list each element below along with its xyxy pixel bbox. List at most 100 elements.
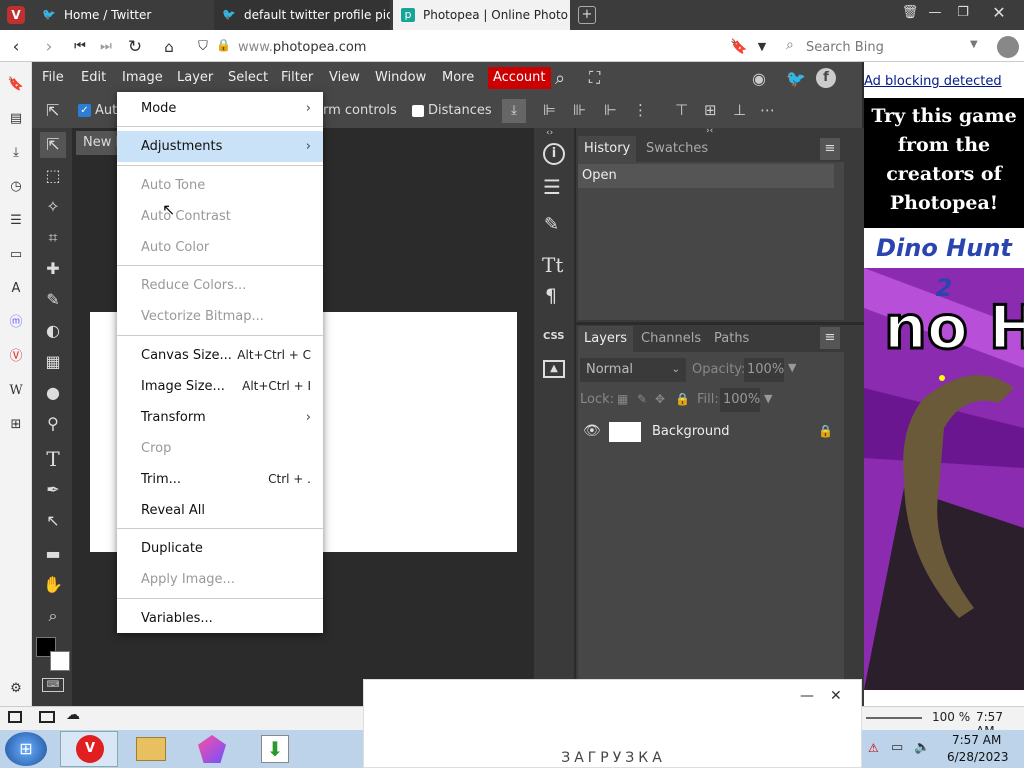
menu-item-canvas-size[interactable]: Canvas Size... Alt+Ctrl + C <box>117 340 323 371</box>
home-icon[interactable]: ⌂ <box>158 36 180 58</box>
align-top-icon[interactable]: ⊤ <box>675 101 688 119</box>
align-right-icon[interactable]: ⊩ <box>604 101 617 119</box>
ad-promo-text[interactable]: Try this game from the creators of Photo… <box>864 98 1024 228</box>
brush-panel-icon[interactable]: ✎ <box>544 214 559 235</box>
menu-edit[interactable]: Edit <box>81 62 106 94</box>
ad-blocking-link[interactable]: Ad blocking detected <box>864 74 1002 89</box>
menu-item-reveal-all[interactable]: Reveal All <box>117 495 323 526</box>
opacity-dropdown-icon[interactable]: ▼ <box>788 361 796 374</box>
panel-toggle-icon[interactable] <box>8 711 22 723</box>
eye-visibility-icon[interactable]: 👁 <box>583 423 601 439</box>
tab-channels[interactable]: Channels <box>641 326 701 352</box>
menu-item-trim[interactable]: Trim... Ctrl + . <box>117 464 323 495</box>
trash-icon[interactable]: 🗑 <box>897 0 923 28</box>
account-button[interactable]: Account <box>488 67 551 89</box>
fast-forward-icon[interactable]: ⏭ <box>95 36 117 58</box>
shape-tool-icon[interactable]: ▬ <box>40 541 66 567</box>
tab-swatches[interactable]: Swatches <box>646 136 708 162</box>
move-tool-icon[interactable]: ⇱ <box>46 101 59 120</box>
menu-item-image-size[interactable]: Image Size... Alt+Ctrl + I <box>117 371 323 402</box>
reload-icon[interactable]: ↻ <box>124 36 146 58</box>
menu-item-apply-image[interactable]: Apply Image... <box>117 564 323 595</box>
align-middle-icon[interactable]: ⊞ <box>704 101 717 119</box>
facebook-icon[interactable]: f <box>816 68 836 88</box>
tray-volume-icon[interactable]: 🔈 <box>914 740 930 755</box>
bookmarks-panel-icon[interactable]: 🔖 <box>4 74 28 96</box>
back-icon[interactable]: ‹ <box>5 36 27 58</box>
lock-pixels-icon[interactable]: ✎ <box>637 392 647 406</box>
align-center-icon[interactable]: ⊪ <box>573 101 586 119</box>
opacity-field[interactable]: 100% <box>744 358 784 382</box>
collapse-arrows-icon[interactable]: ›‹ <box>706 126 713 136</box>
window-panel-icon[interactable]: ▭ <box>4 244 28 266</box>
menu-item-adjustments[interactable]: Adjustments › <box>117 131 323 162</box>
page-zoom-level[interactable]: 100 % <box>932 710 970 724</box>
gradient-tool-icon[interactable]: ▦ <box>40 349 66 375</box>
type-tool-icon[interactable]: T <box>40 446 66 472</box>
url-field[interactable]: 🔒 www. photopea.com <box>208 35 776 59</box>
menu-window[interactable]: Window <box>375 62 426 94</box>
magic-wand-icon[interactable]: ✧ <box>40 194 66 220</box>
file-explorer-taskbar-icon[interactable] <box>122 731 180 767</box>
menu-item-crop[interactable]: Crop <box>117 433 323 464</box>
auto-select-checkbox[interactable]: ✓ <box>78 104 91 117</box>
mastodon-icon[interactable]: ⓜ <box>4 312 28 334</box>
distribute-icon[interactable]: ⋮ <box>633 101 648 119</box>
adjustments-sliders-icon[interactable]: ☰ <box>543 175 561 199</box>
lock-all-icon[interactable]: 🔒 <box>675 392 690 406</box>
info-icon[interactable]: i <box>543 143 565 165</box>
add-panel-icon[interactable]: ⊞ <box>4 414 28 436</box>
download-icon[interactable]: ⤓ <box>502 99 526 123</box>
background-color-swatch[interactable] <box>50 651 70 671</box>
paragraph-icon[interactable]: ¶ <box>545 285 557 307</box>
notes-icon[interactable]: ☰ <box>4 210 28 232</box>
blur-tool-icon[interactable]: ● <box>40 380 66 406</box>
menu-layer[interactable]: Layer <box>177 62 213 94</box>
history-item-open[interactable]: Open <box>578 164 834 188</box>
downloads-icon[interactable]: ⤓ <box>4 142 28 164</box>
image-panel-icon[interactable]: ▲ <box>543 360 565 378</box>
lock-position-icon[interactable]: ✥ <box>655 392 665 406</box>
brush-tool-icon[interactable]: ✎ <box>40 287 66 313</box>
lock-transparency-icon[interactable]: ▦ <box>617 392 628 406</box>
menu-item-vectorize-bitmap[interactable]: Vectorize Bitmap... <box>117 301 323 332</box>
menu-filter[interactable]: Filter <box>281 62 313 94</box>
chevron-down-icon[interactable]: ▼ <box>970 39 978 50</box>
fill-dropdown-icon[interactable]: ▼ <box>764 392 772 405</box>
menu-item-duplicate[interactable]: Duplicate <box>117 533 323 564</box>
menu-view[interactable]: View <box>329 62 360 94</box>
ad-game-image[interactable]: no H Dino Hunt 2 <box>864 228 1024 690</box>
app-taskbar-icon[interactable] <box>184 731 242 767</box>
vivaldi-taskbar-icon[interactable]: V <box>60 731 118 767</box>
menu-image[interactable]: Image <box>122 62 163 94</box>
collapse-arrows-icon[interactable]: ‹› <box>546 128 553 138</box>
wikipedia-icon[interactable]: W <box>4 380 28 402</box>
new-tab-plus-icon[interactable]: + <box>578 6 596 24</box>
fullscreen-icon[interactable]: ⛶ <box>589 68 600 88</box>
path-select-icon[interactable]: ↖ <box>40 508 66 534</box>
fill-field[interactable]: 100% <box>720 388 760 412</box>
downloader-taskbar-icon[interactable]: ⬇ <box>247 731 305 767</box>
menu-item-variables[interactable]: Variables... <box>117 603 323 634</box>
restore-icon[interactable]: ❐ <box>950 0 976 28</box>
search-icon[interactable]: ⌕ <box>555 68 565 89</box>
tab-paths[interactable]: Paths <box>714 326 749 352</box>
crop-tool-icon[interactable]: ⌗ <box>40 225 66 251</box>
align-bottom-icon[interactable]: ⊥ <box>733 101 746 119</box>
tab-history[interactable]: History <box>578 136 637 162</box>
vivaldi-menu-icon[interactable]: V <box>7 6 25 24</box>
healing-tool-icon[interactable]: ✚ <box>40 256 66 282</box>
panel-divider[interactable] <box>576 322 864 325</box>
tab-default-twitter-profile[interactable]: 🐦 default twitter profile pictur <box>214 0 390 30</box>
dodge-tool-icon[interactable]: ⚲ <box>40 411 66 437</box>
reddit-icon[interactable]: ◉ <box>752 69 766 88</box>
menu-item-transform[interactable]: Transform › <box>117 402 323 433</box>
page-zoom-slider[interactable] <box>866 717 922 719</box>
menu-file[interactable]: File <box>42 62 64 94</box>
search-field[interactable]: ⌕ Search Bing ▼ <box>782 35 988 59</box>
layer-row-background[interactable]: 👁 Background 🔒 <box>578 418 844 448</box>
tray-network-icon[interactable]: ⚠ <box>868 741 879 755</box>
tab-layers[interactable]: Layers <box>578 326 634 352</box>
menu-item-auto-tone[interactable]: Auto Tone <box>117 170 323 201</box>
settings-gear-icon[interactable]: ⚙ <box>4 678 28 700</box>
